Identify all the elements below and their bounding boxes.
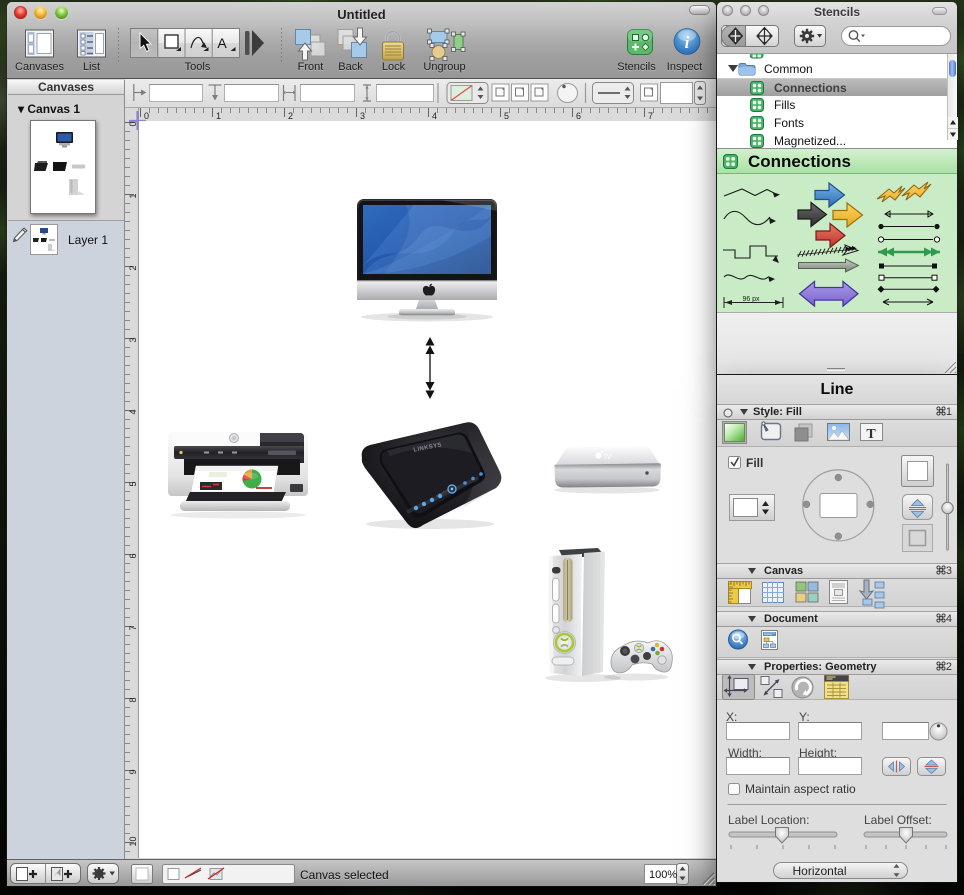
svg-text:10: 10	[128, 836, 138, 846]
svg-text:tv: tv	[604, 451, 612, 462]
svg-text:1: 1	[128, 193, 138, 198]
svg-text:3: 3	[128, 337, 138, 342]
svg-text:7: 7	[648, 111, 653, 121]
svg-text:7: 7	[128, 625, 138, 630]
svg-text:8: 8	[128, 697, 138, 702]
svg-text:Fill: Fill	[746, 456, 763, 470]
svg-text:2: 2	[288, 111, 293, 121]
svg-text:9: 9	[128, 769, 138, 774]
svg-text:6: 6	[576, 111, 581, 121]
svg-text:100%: 100%	[649, 869, 677, 881]
svg-text:5: 5	[504, 111, 509, 121]
svg-text:3: 3	[360, 111, 365, 121]
svg-text:A: A	[217, 35, 227, 51]
svg-text:4: 4	[432, 111, 437, 121]
svg-text:6: 6	[128, 553, 138, 558]
svg-text:5: 5	[128, 481, 138, 486]
svg-text:i: i	[685, 33, 690, 52]
svg-text:T: T	[866, 427, 876, 442]
svg-text:4: 4	[128, 409, 138, 414]
svg-text:2: 2	[128, 265, 138, 270]
svg-text:1: 1	[216, 111, 221, 121]
svg-text:96 px: 96 px	[742, 296, 760, 303]
